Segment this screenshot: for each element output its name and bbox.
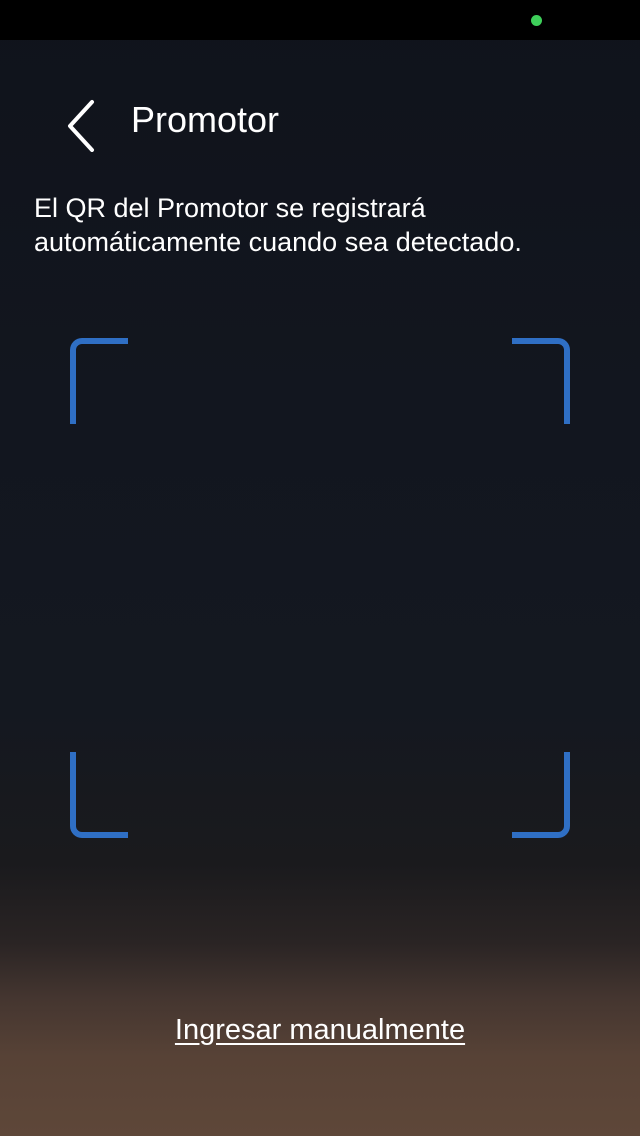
scan-frame-corner-top-left: [70, 338, 128, 424]
header: Promotor: [0, 80, 640, 160]
manual-entry-container: Ingresar manualmente: [0, 1010, 640, 1050]
scan-frame-corner-top-right: [512, 338, 570, 424]
scan-frame-corner-bottom-right: [512, 752, 570, 838]
qr-scan-frame: [70, 338, 570, 838]
status-indicator-dot: [531, 15, 542, 26]
scan-instructions: El QR del Promotor se registrará automát…: [34, 193, 522, 257]
chevron-left-icon: [68, 100, 94, 152]
page-title: Promotor: [131, 99, 280, 140]
qr-scanner-screen: Promotor El QR del Promotor se registrar…: [0, 0, 640, 1136]
back-button[interactable]: [56, 88, 112, 152]
scan-frame-corner-bottom-left: [70, 752, 128, 838]
manual-entry-link[interactable]: Ingresar manualmente: [175, 1014, 465, 1046]
status-bar: [0, 0, 640, 40]
